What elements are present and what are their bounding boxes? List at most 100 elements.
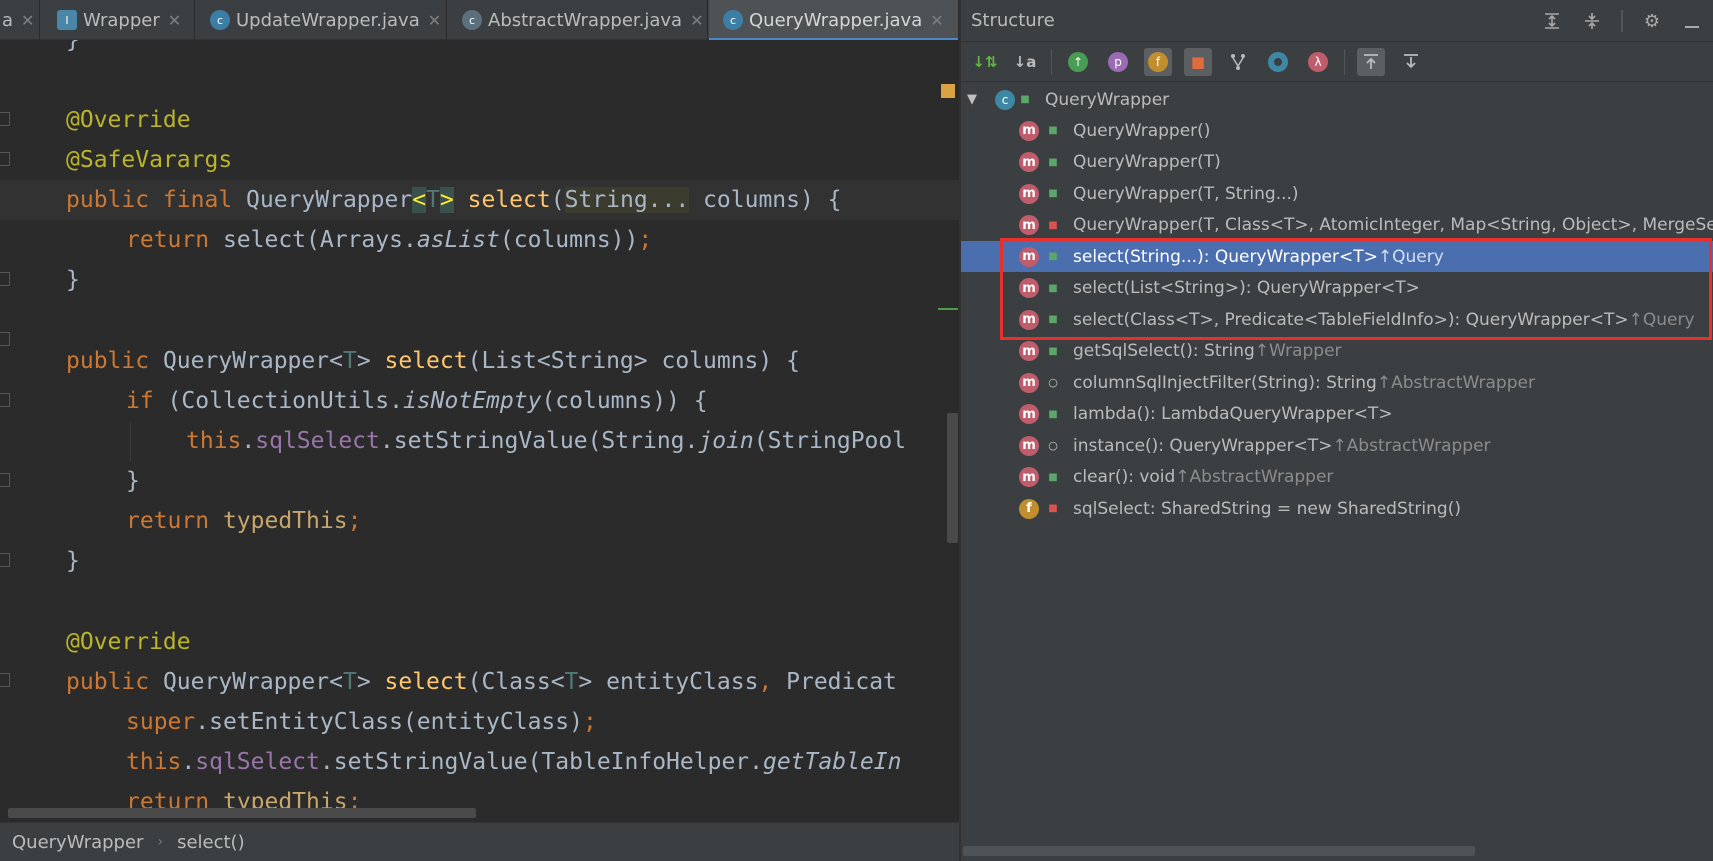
autoscroll-to-source-icon[interactable] — [1357, 47, 1385, 76]
tree-root[interactable]: ▼ c QueryWrapper — [961, 84, 1713, 115]
tab-label: Wrapper — [83, 9, 160, 31]
keyword-token: if — [126, 388, 168, 414]
tab-abstract-wrapper[interactable]: c AbstractWrapper.java ✕ — [448, 0, 708, 40]
gear-icon[interactable]: ⚙ — [1641, 10, 1663, 32]
code-token: } — [126, 468, 140, 494]
field-icon: f — [1019, 498, 1039, 519]
member-signature: select(List<String>): QueryWrapper<T> — [1073, 278, 1420, 298]
close-icon[interactable]: ✕ — [930, 11, 943, 30]
public-visibility-icon — [1047, 124, 1059, 137]
code-token: QueryWrapper — [246, 187, 413, 213]
breadcrumb-class[interactable]: QueryWrapper — [12, 832, 143, 853]
show-non-public-icon[interactable]: ■ — [1184, 47, 1212, 76]
method-item[interactable]: m instance(): QueryWrapper<T> ↑AbstractWr… — [961, 430, 1713, 461]
sort-alphabetically-icon[interactable]: ↓a — [1011, 48, 1039, 76]
method-item[interactable]: m select(String...): QueryWrapper<T> ↑Que… — [961, 241, 1713, 272]
minimize-icon[interactable] — [1681, 10, 1703, 32]
code-token: } — [66, 267, 80, 293]
sort-by-visibility-icon[interactable]: ↓⇅ — [971, 48, 999, 76]
structure-toolbar: ↓⇅ ↓a ↑ p f ■ λ — [961, 42, 1713, 82]
private-visibility-icon — [1047, 502, 1059, 515]
keyword-token: this — [126, 749, 182, 775]
method-item[interactable]: m clear(): void ↑AbstractWrapper — [961, 462, 1713, 493]
code-line: public QueryWrapper<T> select(Class<T> e… — [0, 662, 960, 702]
chevron-down-icon[interactable]: ▼ — [967, 92, 985, 107]
show-inherited-icon[interactable]: ↑ — [1064, 48, 1092, 76]
member-signature: QueryWrapper(T, String...) — [1073, 183, 1299, 204]
keyword-token: public final — [66, 187, 247, 213]
indent-guide — [130, 423, 131, 461]
field-item[interactable]: f sqlSelect: SharedString = new SharedStr… — [961, 493, 1713, 524]
code-token: select(Arrays. — [222, 227, 417, 253]
horizontal-scrollbar[interactable] — [8, 808, 476, 818]
show-fields-icon[interactable]: f — [1144, 47, 1172, 76]
semicolon-token: ; — [638, 227, 653, 253]
method-icon: m — [1019, 309, 1039, 330]
structure-panel: Structure ⚙ ↓⇅ ↓a ↑ p f ■ λ ▼ c ■ QueryW… — [961, 0, 1713, 861]
breadcrumb-separator: › — [157, 834, 164, 850]
code-token: (CollectionUtils. — [167, 388, 403, 414]
method-item[interactable]: m QueryWrapper(T) — [961, 147, 1713, 178]
method-item[interactable]: m getSqlSelect(): String ↑Wrapper — [961, 336, 1713, 367]
method-item[interactable]: m QueryWrapper(T, String...) — [961, 178, 1713, 209]
method-icon: m — [1019, 215, 1039, 235]
code-token: (StringPool — [753, 428, 907, 454]
close-icon[interactable]: ✕ — [168, 11, 181, 30]
param-type-token: String... — [564, 187, 690, 213]
keyword-token: return — [126, 508, 223, 534]
type-param-token: T — [342, 348, 357, 374]
method-item[interactable]: m select(Class<T>, Predicate<TableFieldIn… — [961, 304, 1713, 335]
static-call-token: getTableIn — [762, 749, 902, 775]
code-token: ( — [550, 187, 565, 213]
public-visibility-icon — [1047, 156, 1059, 169]
expand-all-icon[interactable] — [1541, 10, 1563, 32]
method-icon: m — [1019, 278, 1039, 298]
tab-truncated[interactable]: a ✕ — [0, 0, 40, 40]
autoscroll-from-source-icon[interactable] — [1397, 48, 1425, 76]
method-icon: m — [1019, 246, 1039, 267]
show-properties-icon[interactable]: p — [1104, 48, 1132, 76]
show-lambdas-circle-icon[interactable] — [1264, 48, 1292, 76]
field-token: sqlSelect — [255, 428, 380, 454]
inherited-from-label: ↑AbstractWrapper — [1332, 435, 1491, 456]
code-token: QueryWrapper< — [162, 348, 343, 374]
keyword-token: public — [66, 348, 163, 374]
keyword-token: return — [126, 227, 223, 253]
method-item[interactable]: m columnSqlInjectFilter(String): String ↑… — [961, 367, 1713, 398]
protected-visibility-icon — [1047, 376, 1059, 389]
close-icon[interactable]: ✕ — [690, 11, 703, 30]
inherited-from-label: ↑AbstractWrapper — [1175, 467, 1334, 487]
code-token: } — [66, 548, 80, 574]
field-token: sqlSelect — [195, 749, 320, 775]
tab-query-wrapper[interactable]: c QueryWrapper.java ✕ — [709, 0, 959, 41]
member-signature: select(String...): QueryWrapper<T> — [1073, 246, 1378, 267]
warning-marker[interactable] — [941, 84, 955, 98]
code-editor[interactable]: } @Override @SafeVarargs public final Qu… — [0, 40, 960, 822]
lambda-icon[interactable]: λ — [1304, 48, 1332, 76]
public-visibility-icon — [1047, 187, 1059, 200]
change-marker[interactable] — [938, 308, 958, 310]
code-line: return select(Arrays.asList(columns)); — [0, 220, 960, 260]
header-separator — [1621, 10, 1623, 32]
collapse-all-icon[interactable] — [1581, 10, 1603, 32]
method-item[interactable]: m lambda(): LambdaQueryWrapper<T> — [961, 399, 1713, 430]
method-item[interactable]: m select(List<String>): QueryWrapper<T> — [961, 273, 1713, 304]
code-token: typedThis — [222, 508, 348, 534]
close-icon[interactable]: ✕ — [428, 11, 441, 30]
inherited-from-label: ↑AbstractWrapper — [1376, 372, 1535, 393]
vertical-scrollbar[interactable] — [947, 413, 958, 543]
method-item[interactable]: m QueryWrapper(T, Class<T>, AtomicInteger… — [961, 210, 1713, 241]
public-visibility-icon — [1047, 282, 1059, 295]
tab-wrapper[interactable]: I Wrapper ✕ — [41, 0, 195, 40]
show-anonymous-icon[interactable] — [1224, 48, 1252, 76]
code-token: (columns)) { — [541, 388, 708, 414]
close-icon[interactable]: ✕ — [21, 11, 34, 30]
code-token: > — [356, 348, 385, 374]
tab-update-wrapper[interactable]: c UpdateWrapper.java ✕ — [196, 0, 447, 40]
comma-token: , — [758, 669, 787, 695]
member-signature: QueryWrapper(T, Class<T>, AtomicInteger,… — [1073, 215, 1713, 235]
method-item[interactable]: m QueryWrapper() — [961, 115, 1713, 146]
breadcrumb-method[interactable]: select() — [177, 832, 245, 853]
private-visibility-icon — [1047, 219, 1059, 232]
horizontal-scrollbar[interactable] — [963, 846, 1475, 856]
